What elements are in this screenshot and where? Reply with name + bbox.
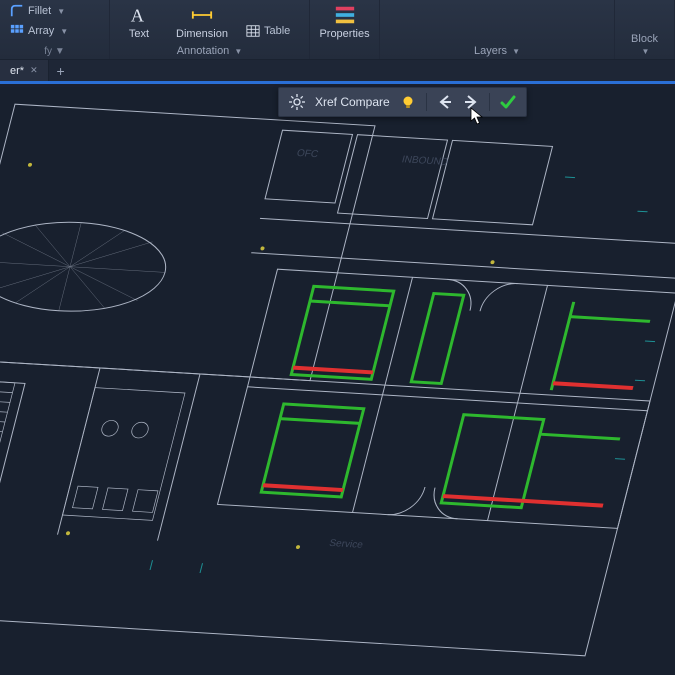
check-icon[interactable] — [500, 94, 516, 110]
ribbon-group-layers: Layers ▼ — [380, 0, 615, 59]
drawing-tab-bar: er* ✕ + — [0, 60, 675, 84]
text-label: Text — [129, 28, 149, 40]
ribbon-group-annotation-label: Annotation ▼ — [120, 45, 299, 57]
properties-icon — [334, 4, 356, 26]
ribbon-group-modify-label: fy ▼ — [10, 46, 99, 57]
array-label: Array — [28, 25, 54, 37]
dimension-label: Dimension — [176, 28, 228, 40]
svg-text:A: A — [131, 5, 145, 25]
table-icon — [246, 24, 260, 38]
arrow-right-icon[interactable] — [463, 94, 479, 110]
ribbon-group-properties: Properties — [310, 0, 380, 59]
svg-text:OFC: OFC — [296, 148, 320, 160]
separator — [426, 93, 427, 111]
properties-label: Properties — [319, 28, 369, 40]
chevron-down-icon: ▼ — [57, 7, 65, 16]
array-icon — [10, 24, 24, 38]
properties-button[interactable]: Properties — [311, 4, 377, 40]
ribbon-group-annotation: A Text Dimension Table Annotation ▼ — [110, 0, 310, 59]
dimension-button[interactable]: Dimension — [168, 4, 236, 40]
fillet-button[interactable]: Fillet ▼ — [10, 4, 65, 18]
table-button[interactable]: Table — [246, 24, 290, 38]
fillet-label: Fillet — [28, 5, 51, 17]
drawing-canvas[interactable]: OFC INBOUND Service — [0, 87, 675, 675]
fillet-icon — [10, 4, 24, 18]
ribbon-group-modify: Fillet ▼ Array ▼ fy ▼ — [0, 0, 110, 59]
separator — [489, 93, 490, 111]
svg-text:Service: Service — [328, 538, 364, 551]
bulb-icon[interactable] — [400, 94, 416, 110]
close-icon[interactable]: ✕ — [30, 65, 38, 76]
arrow-left-icon[interactable] — [437, 94, 453, 110]
svg-text:INBOUND: INBOUND — [401, 154, 450, 167]
chevron-down-icon: ▼ — [60, 27, 68, 36]
array-button[interactable]: Array ▼ — [10, 24, 68, 38]
dimension-icon — [191, 4, 213, 26]
ribbon-group-block-label: Block ▼ — [625, 33, 664, 57]
drawing-tab-label: er* — [10, 65, 24, 77]
xref-compare-toolbar: Xref Compare — [278, 87, 527, 117]
gear-icon[interactable] — [289, 94, 305, 110]
ribbon-group-block: Block ▼ — [615, 0, 675, 59]
ribbon-group-layers-label: Layers ▼ — [390, 45, 604, 57]
xref-compare-label: Xref Compare — [315, 95, 390, 109]
drawing-tab-active[interactable]: er* ✕ — [0, 60, 49, 81]
text-icon: A — [128, 4, 150, 26]
add-tab-button[interactable]: + — [49, 60, 73, 81]
table-label: Table — [264, 25, 290, 37]
text-button[interactable]: A Text — [120, 4, 158, 40]
ribbon: Fillet ▼ Array ▼ fy ▼ A Te — [0, 0, 675, 60]
